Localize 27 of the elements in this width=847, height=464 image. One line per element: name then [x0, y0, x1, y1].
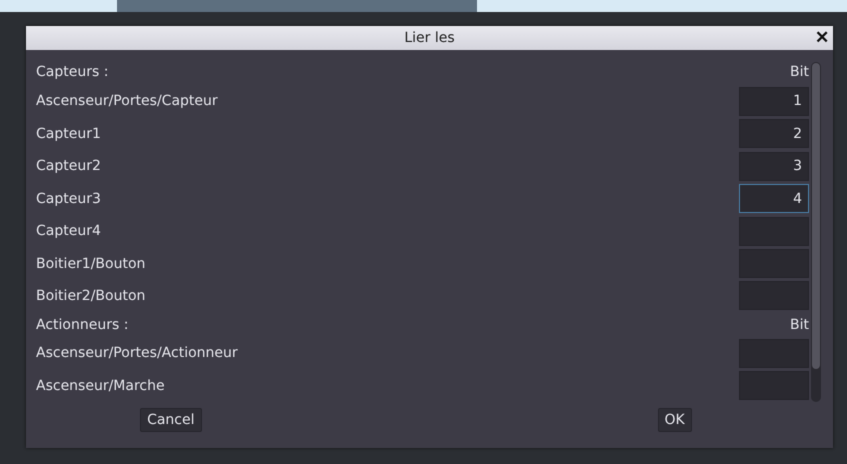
bit-field[interactable]: 3 [739, 152, 809, 181]
row-label: Capteur4 [36, 223, 101, 240]
column-heading: Bit [790, 64, 809, 80]
dialog-title: Lier les [404, 30, 455, 46]
bit-field[interactable]: 4 [739, 184, 809, 214]
row-label: Capteur3 [36, 190, 101, 207]
section-heading: Actionneurs : [36, 316, 128, 333]
bit-field[interactable] [739, 281, 809, 310]
column-heading: Bit [790, 316, 809, 333]
bit-field[interactable]: 1 [739, 86, 809, 116]
close-button[interactable]: ✕ [815, 28, 829, 48]
row-label: Capteur2 [36, 158, 101, 174]
bit-field[interactable] [739, 216, 809, 246]
row-label: Ascenseur/Portes/Actionneur [36, 345, 238, 362]
row-label: Ascenseur/Marche [36, 378, 165, 394]
bit-field[interactable] [739, 249, 809, 278]
bit-field[interactable] [739, 371, 809, 400]
dialog-button[interactable]: Cancel [140, 408, 202, 432]
bit-field[interactable] [739, 338, 809, 368]
row-label: Boitier2/Bouton [36, 288, 146, 304]
row-label: Ascenseur/Portes/Capteur [36, 93, 218, 110]
scrollbar[interactable] [811, 62, 821, 402]
row-label: Capteur1 [36, 126, 101, 142]
row-label: Boitier1/Bouton [36, 256, 146, 272]
dialog-button[interactable]: OK [658, 408, 692, 432]
bit-field[interactable]: 2 [739, 119, 809, 148]
section-heading: Capteurs : [36, 64, 108, 80]
